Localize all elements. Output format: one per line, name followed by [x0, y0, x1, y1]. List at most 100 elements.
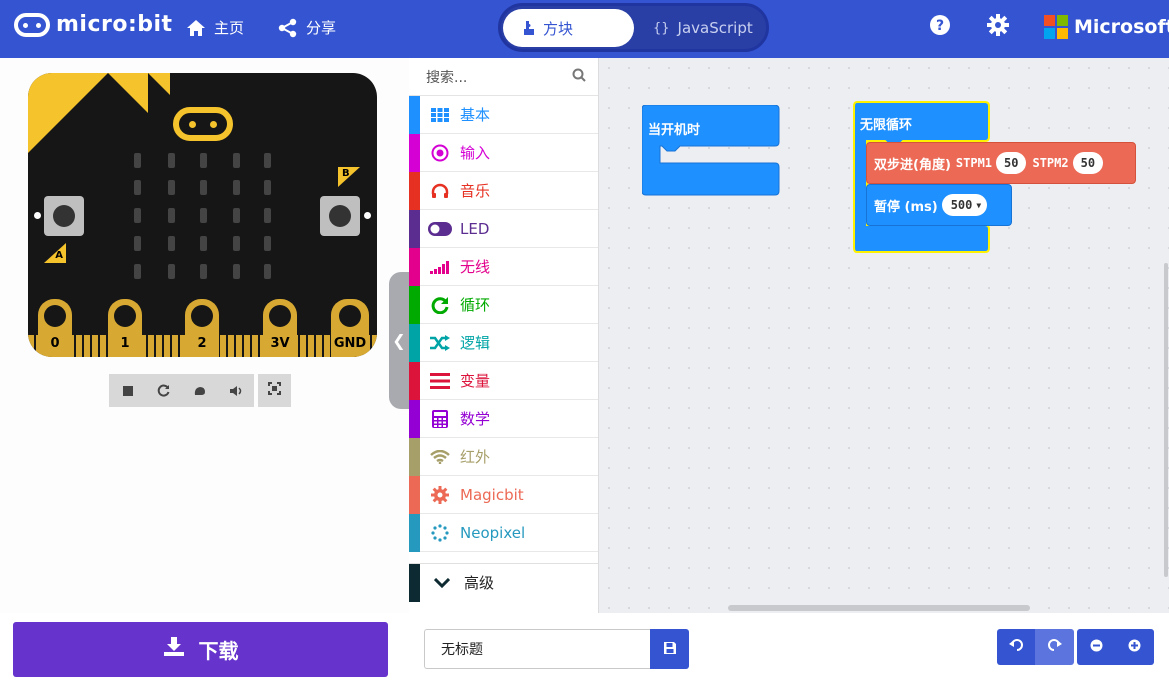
braces-icon: {}: [653, 20, 670, 36]
blocks-workspace[interactable]: 当开机时 无限循环 双步进(角度) STPM1 50 STPM2 50 暂停 (…: [599, 58, 1169, 613]
category-5[interactable]: 无线: [409, 247, 598, 286]
category-4[interactable]: LED: [409, 209, 598, 248]
forever-block[interactable]: 无限循环 双步进(角度) STPM1 50 STPM2 50 暂停 (ms) 5…: [853, 101, 1143, 253]
svg-text:?: ?: [936, 18, 944, 34]
category-label: 音乐: [460, 182, 491, 200]
led: [168, 208, 175, 223]
category-9[interactable]: 数学: [409, 399, 598, 438]
edge-connector: 0 1 2 3V GND: [28, 299, 377, 357]
help-button[interactable]: ?: [929, 14, 951, 40]
restart-icon[interactable]: [146, 374, 182, 407]
save-icon: [663, 640, 677, 659]
list-icon: [420, 372, 460, 389]
board-edge-dot: [34, 212, 41, 219]
category-advanced[interactable]: 高级: [409, 563, 598, 602]
button-a[interactable]: [44, 196, 84, 236]
advanced-label: 高级: [464, 574, 495, 592]
category-3[interactable]: 音乐: [409, 171, 598, 210]
microbit-board: A B 0 1 2 3V GND: [28, 73, 377, 357]
pin-3v[interactable]: 3V: [263, 299, 297, 357]
tab-blocks[interactable]: 方块: [503, 9, 634, 47]
category-label: LED: [460, 219, 490, 238]
stop-icon[interactable]: [110, 374, 146, 407]
share-button[interactable]: 分享: [278, 17, 336, 38]
collapse-simulator-button[interactable]: ❮: [389, 272, 409, 409]
led: [264, 180, 271, 195]
refresh-icon: [420, 296, 460, 314]
zoom-out-icon: [1090, 639, 1103, 656]
pin-0[interactable]: 0: [38, 299, 72, 357]
led: [134, 153, 141, 168]
led: [168, 236, 175, 251]
editor-mode-toggle: 方块 {} JavaScript: [498, 3, 769, 52]
category-color-bar: [409, 563, 420, 602]
sim-main-controls: [109, 374, 254, 407]
led: [233, 180, 240, 195]
pin-2[interactable]: 2: [185, 299, 219, 357]
pin-1[interactable]: 1: [108, 299, 142, 357]
button-b-label: B: [338, 167, 360, 187]
mute-icon[interactable]: [218, 374, 254, 407]
stpm1-input[interactable]: 50: [996, 152, 1027, 174]
category-color-bar: [409, 437, 420, 476]
category-label: 输入: [460, 144, 491, 162]
button-b[interactable]: [320, 196, 360, 236]
led: [168, 153, 175, 168]
pause-dropdown[interactable]: 500 ▼: [941, 194, 988, 216]
category-color-bar: [409, 209, 420, 248]
horizontal-scrollbar[interactable]: [728, 605, 1030, 611]
headphones-icon: [420, 183, 460, 199]
toolbox-search[interactable]: 搜索...: [409, 58, 598, 96]
project-name-input[interactable]: 无标题: [424, 629, 651, 669]
pause-block[interactable]: 暂停 (ms) 500 ▼: [866, 184, 1012, 226]
led: [233, 264, 240, 279]
category-7[interactable]: 逻辑: [409, 323, 598, 362]
fullscreen-button[interactable]: [258, 374, 291, 407]
simulator-panel: A B 0 1 2 3V GND: [0, 58, 409, 613]
board-edge-dot: [364, 212, 371, 219]
home-button[interactable]: 主页: [186, 17, 244, 38]
category-2[interactable]: 输入: [409, 133, 598, 172]
category-8[interactable]: 变量: [409, 361, 598, 400]
undo-icon: [1009, 639, 1023, 655]
undo-button[interactable]: [997, 629, 1035, 665]
category-label: 循环: [460, 296, 491, 314]
download-button[interactable]: 下载: [13, 622, 388, 677]
pin-gnd[interactable]: GND: [331, 299, 369, 357]
category-10[interactable]: 红外: [409, 437, 598, 476]
vertical-scrollbar[interactable]: [1164, 263, 1168, 577]
slowmo-icon[interactable]: [182, 374, 218, 407]
tab-blocks-label: 方块: [543, 19, 574, 38]
search-input[interactable]: 搜索...: [426, 67, 467, 87]
led: [264, 208, 271, 223]
led: [134, 264, 141, 279]
microbit-logo[interactable]: micro:bit: [14, 12, 173, 37]
tab-javascript[interactable]: {} JavaScript: [653, 9, 753, 47]
zoom-out-button[interactable]: [1077, 629, 1115, 665]
help-icon: ?: [929, 14, 951, 36]
download-label: 下载: [198, 639, 239, 663]
save-button[interactable]: [650, 629, 689, 669]
fullscreen-icon: [268, 382, 281, 399]
dropdown-arrow-icon: ▼: [976, 200, 982, 210]
toggle-icon: [420, 221, 460, 236]
settings-button[interactable]: [987, 14, 1009, 40]
stepper-block[interactable]: 双步进(角度) STPM1 50 STPM2 50: [866, 142, 1136, 184]
wifi-icon: [420, 449, 460, 464]
stpm2-input[interactable]: 50: [1072, 152, 1104, 174]
chevron-down-icon: [420, 577, 464, 588]
grid-icon: [420, 107, 460, 122]
category-6[interactable]: 循环: [409, 285, 598, 324]
dots-circle-icon: [420, 523, 460, 542]
category-12[interactable]: Neopixel: [409, 513, 598, 552]
category-color-bar: [409, 171, 420, 210]
category-11[interactable]: Magicbit: [409, 475, 598, 514]
category-color-bar: [409, 399, 420, 438]
category-1[interactable]: 基本: [409, 95, 598, 134]
share-label: 分享: [306, 19, 337, 37]
redo-button[interactable]: [1035, 629, 1074, 665]
microsoft-logo[interactable]: Microsoft: [1044, 15, 1169, 39]
zoom-in-button[interactable]: [1115, 629, 1154, 665]
zoom-in-icon: [1128, 639, 1141, 656]
led: [200, 264, 207, 279]
